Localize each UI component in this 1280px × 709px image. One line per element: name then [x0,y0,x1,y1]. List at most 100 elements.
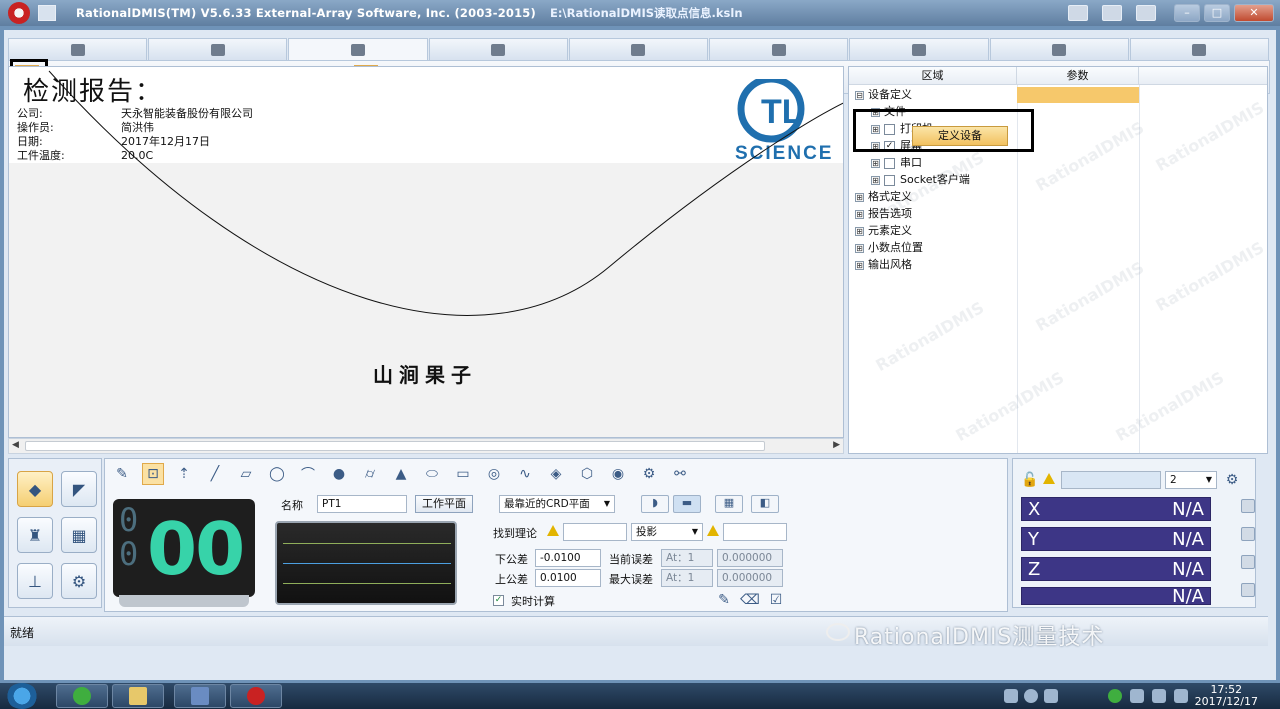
construct-mode-icon[interactable]: ◤ [61,471,97,507]
tray-keyboard-icon[interactable] [1004,689,1018,703]
socket-checkbox[interactable] [884,174,895,186]
tray-volume-icon[interactable] [1174,689,1188,703]
minimize-button[interactable]: – [1174,4,1200,22]
workplane-button[interactable]: 工作平面 [415,495,473,513]
tree-node-decimal[interactable]: ⊞ 小数点位置 [855,240,923,256]
surface-icon[interactable]: ◈ [545,463,567,485]
point-icon[interactable]: ⊡ [142,463,164,485]
lock-icon[interactable]: 🔓 [1019,469,1041,491]
tab-feature[interactable] [568,38,709,60]
line-icon[interactable]: ╱ [204,463,226,485]
close-button[interactable]: ✕ [1234,4,1274,22]
gear-icon[interactable] [1241,583,1255,597]
probe-side-icon[interactable] [1241,527,1255,541]
torus-icon[interactable]: ◎ [483,463,505,485]
tab-cloud[interactable] [849,38,989,60]
app-logo[interactable] [8,2,30,24]
cone-icon[interactable]: ▲ [390,463,412,485]
dro-spin-select[interactable]: 2 ▼ [1165,471,1217,489]
tray-status-icon[interactable] [1108,689,1122,703]
plane-icon[interactable]: ▱ [235,463,257,485]
search-icon[interactable] [1241,555,1255,569]
tab-probe[interactable] [8,38,148,60]
tree-node-output-style[interactable]: ⊞ 输出风格 [855,257,912,273]
plane-select[interactable]: 最靠近的CRD平面 ▼ [499,495,615,513]
realtime-checkbox[interactable]: ✓ [493,595,504,606]
taskbar-ie[interactable] [56,684,108,708]
feature-icon [631,43,646,56]
tab-report[interactable] [288,38,428,60]
upper-tol-input[interactable]: 0.0100 [535,569,601,587]
tree-node-format[interactable]: ⊞ 格式定义 [855,189,912,205]
projection-input[interactable] [723,523,787,541]
users-icon[interactable] [1136,5,1156,21]
serial-checkbox[interactable] [884,157,895,169]
tab-report-page[interactable] [148,38,288,60]
cylinder-icon[interactable]: ⌭ [359,463,381,485]
arc-icon[interactable]: ⌒ [297,463,319,485]
chevron-down-icon: ▼ [691,527,698,536]
tab-window[interactable] [1129,38,1269,60]
tray-flag-icon[interactable] [1130,689,1144,703]
eraser-icon[interactable]: ⌫ [739,589,761,611]
probe-settings-icon[interactable]: ⚙ [1221,469,1243,491]
tree-node-device[interactable]: ⊟ 设备定义 [855,87,912,103]
cloud-point-icon[interactable]: ◉ [607,463,629,485]
auto-element-icon[interactable]: ✎ [111,463,133,485]
start-button[interactable] [6,683,38,709]
taskbar-clock[interactable]: 17:52 2017/12/17 [1195,684,1258,708]
view-3d-tab[interactable]: ◗ [641,495,669,513]
polygon-icon[interactable]: ⬡ [576,463,598,485]
tab-program[interactable] [428,38,568,60]
sphere-icon[interactable]: ● [328,463,350,485]
tray-help-icon[interactable] [1024,689,1038,703]
tray-network-icon[interactable] [1152,689,1166,703]
view-probe-tab[interactable]: ◧ [751,495,779,513]
scroll-right-icon[interactable]: ▶ [833,440,840,450]
probe-mode-icon[interactable]: ♜ [17,517,53,553]
probe-side-icon[interactable] [1241,499,1255,513]
projection-select[interactable]: 投影 ▼ [631,523,703,541]
maximize-button[interactable]: □ [1204,4,1230,22]
view-table-tab[interactable]: ▦ [715,495,743,513]
watermark: RationalDMIS [1112,367,1228,446]
ellipse-icon[interactable]: ⬭ [421,463,443,485]
scrollbar-thumb[interactable] [25,441,765,451]
tray-app-icon[interactable] [1044,689,1058,703]
dro-status-input[interactable] [1061,471,1161,489]
taskbar-explorer[interactable] [112,684,164,708]
signal-graph [275,521,457,605]
tree-node-element[interactable]: ⊞ 元素定义 [855,223,912,239]
report-horizontal-scrollbar[interactable]: ◀ ▶ [8,438,844,454]
circle-icon[interactable]: ◯ [266,463,288,485]
machine-mode-icon[interactable]: ⚙ [61,563,97,599]
tab-sensor[interactable] [709,38,849,60]
view-graph-tab[interactable]: ▬ [673,495,701,513]
system-menu-icon[interactable] [38,5,56,21]
link-icon[interactable]: ⚯ [669,463,691,485]
edge-point-icon[interactable]: ⇡ [173,463,195,485]
tree-node-serial[interactable]: ⊞ 串口 [871,155,922,171]
curve-icon[interactable]: ∿ [514,463,536,485]
tree-node-socket[interactable]: ⊞ Socket客户端 [871,172,970,188]
measure-mode-icon[interactable]: ◆ [17,471,53,507]
tab-view[interactable] [989,38,1129,60]
gear-element-icon[interactable]: ⚙ [638,463,660,485]
tools-icon[interactable] [1068,5,1088,21]
tree-node-report-options[interactable]: ⊞ 报告选项 [855,206,912,222]
taskbar-rationaldmis[interactable] [230,684,282,708]
report-page-icon [210,43,225,56]
lower-tol-input[interactable]: -0.0100 [535,549,601,567]
layout-icon[interactable] [1102,5,1122,21]
scroll-left-icon[interactable]: ◀ [12,440,19,450]
coordinate-mode-icon[interactable]: ⊥ [17,563,53,599]
feature-name-input[interactable]: PT1 [317,495,407,513]
find-theory-input[interactable] [563,523,627,541]
confirm-icon[interactable]: ☑ [765,589,787,611]
realtime-label: 实时计算 [511,595,555,608]
edit-icon[interactable]: ✎ [713,589,735,611]
taskbar-app[interactable] [174,684,226,708]
slot-icon[interactable]: ▭ [452,463,474,485]
probe-icon [70,43,85,56]
tolerance-mode-icon[interactable]: ▦ [61,517,97,553]
